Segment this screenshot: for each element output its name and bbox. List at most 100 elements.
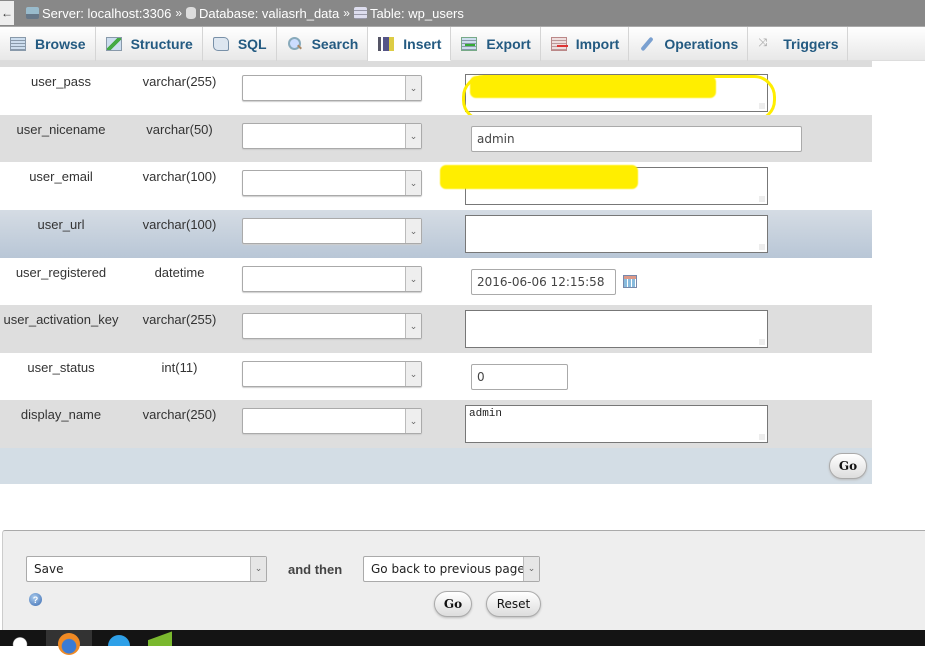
tab-operations[interactable]: Operations: [629, 27, 749, 61]
resize-grip-icon[interactable]: [759, 196, 765, 202]
import-icon: [550, 37, 568, 51]
chevron-down-icon: ⌄: [405, 409, 421, 433]
function-select[interactable]: ⌄: [242, 266, 422, 292]
resize-grip-icon[interactable]: [759, 434, 765, 440]
back-arrow-icon: ←: [1, 6, 13, 20]
breadcrumb-server-label: Server: localhost:3306: [42, 5, 172, 21]
database-icon: [186, 7, 197, 19]
resize-grip-icon[interactable]: [759, 244, 765, 250]
function-select[interactable]: ⌄: [242, 75, 422, 101]
reset-button[interactable]: Reset: [486, 591, 541, 617]
redaction-mark: [440, 165, 638, 189]
function-select[interactable]: ⌄: [242, 313, 422, 339]
triggers-icon: ⤨: [758, 37, 768, 49]
calendar-icon[interactable]: [623, 275, 637, 288]
column-type: varchar(100): [142, 217, 217, 232]
column-type: datetime: [154, 265, 205, 280]
tab-insert[interactable]: Insert: [368, 27, 452, 61]
tab-label: Triggers: [783, 36, 839, 52]
breadcrumb-separator: »: [175, 6, 183, 20]
function-select[interactable]: ⌄: [242, 218, 422, 244]
tab-label: Search: [311, 36, 359, 52]
back-arrow-button[interactable]: ←: [0, 1, 14, 25]
go-label: Go: [443, 597, 463, 611]
table-row: user_url varchar(100) ⌄: [0, 210, 872, 258]
action-select[interactable]: Save ⌄: [26, 556, 267, 582]
function-select[interactable]: ⌄: [242, 170, 422, 196]
tab-triggers[interactable]: ⤨ Triggers: [748, 27, 849, 61]
browse-icon: [10, 37, 26, 51]
firefox-icon: [58, 633, 80, 655]
and-then-label: and then: [288, 562, 343, 577]
help-glyph: ?: [32, 594, 39, 605]
function-select[interactable]: ⌄: [242, 408, 422, 434]
tab-label: Export: [486, 36, 531, 52]
column-name: user_registered: [15, 265, 107, 280]
submit-panel: Save ⌄ and then Go back to previous page…: [2, 530, 925, 630]
function-select[interactable]: ⌄: [242, 361, 422, 387]
breadcrumb-database-label: Database: valiasrh_data: [199, 5, 340, 21]
column-name: user_status: [27, 360, 95, 375]
action-select-value: Save: [34, 562, 64, 576]
breadcrumb-bar: ← Server: localhost:3306 » Database: val…: [0, 0, 925, 27]
table-icon: [353, 7, 367, 19]
go-button[interactable]: Go: [434, 591, 472, 617]
chevron-down-icon: ⌄: [405, 124, 421, 148]
value-input[interactable]: [471, 126, 802, 152]
table-row: display_name varchar(250) ⌄ admin: [0, 400, 872, 448]
value-input[interactable]: [471, 364, 568, 390]
chevron-down-icon: ⌄: [250, 557, 266, 581]
breadcrumb-separator: »: [343, 6, 350, 20]
chevron-down-icon: ⌄: [405, 76, 421, 100]
after-insert-select[interactable]: Go back to previous page ⌄: [363, 556, 540, 582]
column-type: varchar(255): [142, 312, 217, 327]
go-label: Go: [838, 459, 858, 473]
tab-structure[interactable]: Structure: [96, 27, 203, 61]
breadcrumb-database[interactable]: Database: valiasrh_data: [186, 6, 339, 21]
export-icon: [461, 37, 478, 51]
table-row: user_status int(11) ⌄: [0, 353, 872, 400]
tab-bar: Browse Structure SQL Search Insert Expor…: [0, 27, 925, 61]
column-type: varchar(250): [142, 407, 217, 422]
tab-search[interactable]: Search: [277, 27, 369, 61]
os-taskbar: [0, 630, 925, 655]
wrench-icon: [639, 37, 655, 51]
app-icon[interactable]: [148, 630, 172, 646]
column-type: varchar(255): [142, 74, 217, 89]
chevron-down-icon: ⌄: [405, 362, 421, 386]
resize-grip-icon[interactable]: [759, 339, 765, 345]
column-type: varchar(50): [146, 122, 213, 137]
tab-import[interactable]: Import: [541, 27, 630, 61]
insert-form-table: user_pass varchar(255) ⌄ user_nicename v…: [0, 61, 872, 484]
function-select[interactable]: ⌄: [242, 123, 422, 149]
breadcrumb-server[interactable]: Server: localhost:3306: [26, 6, 171, 21]
tab-browse[interactable]: Browse: [0, 27, 96, 61]
taskbar-firefox[interactable]: [46, 630, 92, 655]
tab-label: SQL: [237, 36, 267, 52]
reset-label: Reset: [496, 597, 531, 611]
tab-export[interactable]: Export: [451, 27, 541, 61]
store-icon[interactable]: [8, 630, 32, 646]
tab-sql[interactable]: SQL: [203, 27, 277, 61]
value-textarea[interactable]: [465, 310, 768, 348]
chevron-down-icon: ⌄: [405, 267, 421, 291]
column-name: user_email: [29, 169, 93, 184]
chevron-down-icon: ⌄: [405, 219, 421, 243]
table-row: user_registered datetime ⌄: [0, 258, 872, 305]
column-name: display_name: [20, 407, 102, 422]
column-name: user_pass: [31, 74, 91, 89]
breadcrumb-table[interactable]: Table: wp_users: [353, 6, 464, 21]
insert-icon: [378, 36, 395, 51]
browser-icon[interactable]: [108, 630, 130, 646]
chevron-down-icon: ⌄: [405, 171, 421, 195]
table-row: user_nicename varchar(50) ⌄: [0, 115, 872, 162]
value-textarea[interactable]: admin: [465, 405, 768, 443]
sql-icon: [212, 37, 229, 51]
help-icon[interactable]: ?: [29, 593, 42, 606]
column-type: int(11): [161, 360, 198, 375]
go-button[interactable]: Go: [829, 453, 867, 479]
chevron-down-icon: ⌄: [523, 557, 539, 581]
value-textarea[interactable]: [465, 215, 768, 253]
search-icon: [287, 37, 303, 51]
datetime-input[interactable]: [471, 269, 616, 295]
